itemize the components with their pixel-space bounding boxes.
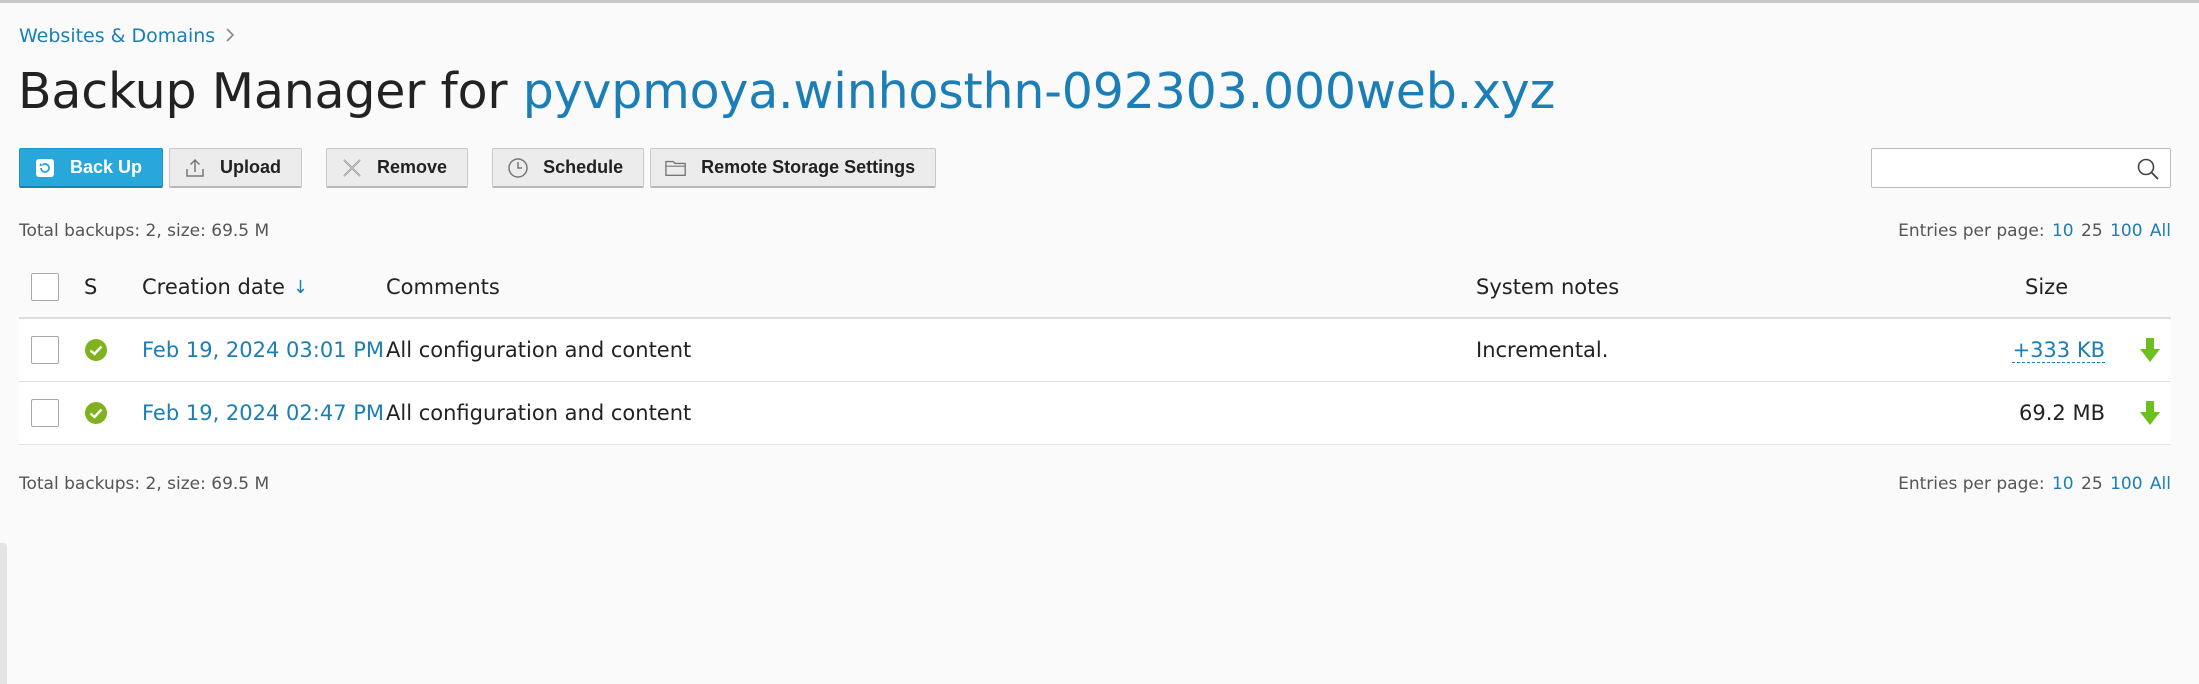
clock-icon: [507, 157, 529, 179]
size-link[interactable]: +333 KB: [2012, 338, 2105, 363]
table-header: S Creation date ↓ Comments System notes …: [19, 257, 2171, 319]
row-checkbox-cell: [31, 319, 59, 381]
download-arrow-icon[interactable]: [2139, 337, 2161, 363]
schedule-label: Schedule: [543, 157, 624, 177]
column-header-status[interactable]: S: [84, 257, 97, 317]
remove-label: Remove: [377, 157, 448, 177]
page-title: Backup Manager for pyvpmoya.winhosthn-09…: [18, 63, 1555, 120]
backup-date-link[interactable]: Feb 19, 2024 02:47 PM: [142, 401, 384, 425]
search-input[interactable]: [1872, 149, 2142, 187]
search-icon[interactable]: [2136, 157, 2160, 181]
select-all-cell: [31, 257, 59, 317]
size-cell: 69.2 MB: [2019, 382, 2105, 444]
select-all-checkbox[interactable]: [31, 273, 59, 301]
sort-down-icon: ↓: [292, 276, 308, 298]
comment-cell: All configuration and content: [386, 401, 692, 425]
remote-storage-settings-label: Remote Storage Settings: [701, 157, 916, 177]
entries-per-page-10[interactable]: 10: [2052, 221, 2074, 241]
column-header-creation-date[interactable]: Creation date ↓: [142, 257, 308, 317]
comment-cell: All configuration and content: [386, 338, 692, 362]
table-row: Feb 19, 2024 02:47 PM All configuration …: [19, 382, 2171, 445]
entries-per-page-25: 25: [2081, 221, 2103, 241]
entries-per-page-100[interactable]: 100: [2110, 474, 2142, 494]
column-header-comments[interactable]: Comments: [386, 257, 500, 317]
entries-per-page-label: Entries per page:: [1898, 474, 2045, 494]
upload-icon: [184, 157, 206, 179]
notes-cell: Incremental.: [1476, 338, 1609, 362]
entries-per-page-all[interactable]: All: [2150, 474, 2171, 494]
entries-per-page-10[interactable]: 10: [2052, 474, 2074, 494]
page: Websites & Domains Backup Manager for py…: [0, 0, 2199, 684]
check-circle-icon: [85, 339, 107, 361]
size-cell: +333 KB: [2012, 319, 2105, 381]
size-value: 69.2 MB: [2019, 401, 2105, 425]
entries-per-page-top: Entries per page: 10 25 100 All: [1898, 221, 2171, 241]
row-checkbox-cell: [31, 382, 59, 444]
search-box: [1871, 148, 2171, 188]
remove-button[interactable]: Remove: [326, 148, 469, 188]
table-row: Feb 19, 2024 03:01 PM All configuration …: [19, 319, 2171, 382]
folder-icon: [665, 157, 687, 179]
toolbar: Back Up Upload Remove Schedule Remote St…: [19, 148, 942, 188]
breadcrumb: Websites & Domains: [19, 25, 235, 47]
download-cell: [2139, 319, 2161, 381]
download-arrow-icon[interactable]: [2139, 400, 2161, 426]
remote-storage-settings-button[interactable]: Remote Storage Settings: [650, 148, 937, 188]
entries-per-page-label: Entries per page:: [1898, 221, 2045, 241]
check-circle-icon: [85, 402, 107, 424]
summary-bottom: Total backups: 2, size: 69.5 M: [19, 474, 270, 494]
backup-icon: [34, 157, 56, 179]
chevron-right-icon: [225, 26, 235, 47]
column-header-size[interactable]: Size: [2025, 257, 2068, 317]
summary-top: Total backups: 2, size: 69.5 M: [19, 221, 270, 241]
upload-button[interactable]: Upload: [169, 148, 303, 188]
entries-per-page-25: 25: [2081, 474, 2103, 494]
breadcrumb-websites-domains[interactable]: Websites & Domains: [19, 25, 215, 47]
left-edge-handle: [0, 543, 7, 684]
column-header-system-notes[interactable]: System notes: [1476, 257, 1619, 317]
download-cell: [2139, 382, 2161, 444]
status-cell: [84, 319, 108, 381]
entries-per-page-bottom: Entries per page: 10 25 100 All: [1898, 474, 2171, 494]
row-checkbox[interactable]: [31, 399, 59, 427]
date-cell: Feb 19, 2024 02:47 PM: [142, 382, 384, 444]
row-checkbox[interactable]: [31, 336, 59, 364]
backups-table: S Creation date ↓ Comments System notes …: [19, 257, 2171, 445]
upload-label: Upload: [220, 157, 282, 177]
back-up-button[interactable]: Back Up: [19, 148, 164, 188]
schedule-button[interactable]: Schedule: [492, 148, 645, 188]
date-cell: Feb 19, 2024 03:01 PM: [142, 319, 384, 381]
backup-date-link[interactable]: Feb 19, 2024 03:01 PM: [142, 338, 384, 362]
remove-icon: [341, 157, 363, 179]
status-cell: [84, 382, 108, 444]
page-title-prefix: Backup Manager for: [18, 63, 508, 120]
column-header-creation-date-label: Creation date: [142, 275, 285, 299]
back-up-label: Back Up: [70, 157, 143, 177]
page-title-domain[interactable]: pyvpmoya.winhosthn-092303.000web.xyz: [523, 63, 1556, 120]
entries-per-page-100[interactable]: 100: [2110, 221, 2142, 241]
entries-per-page-all[interactable]: All: [2150, 221, 2171, 241]
